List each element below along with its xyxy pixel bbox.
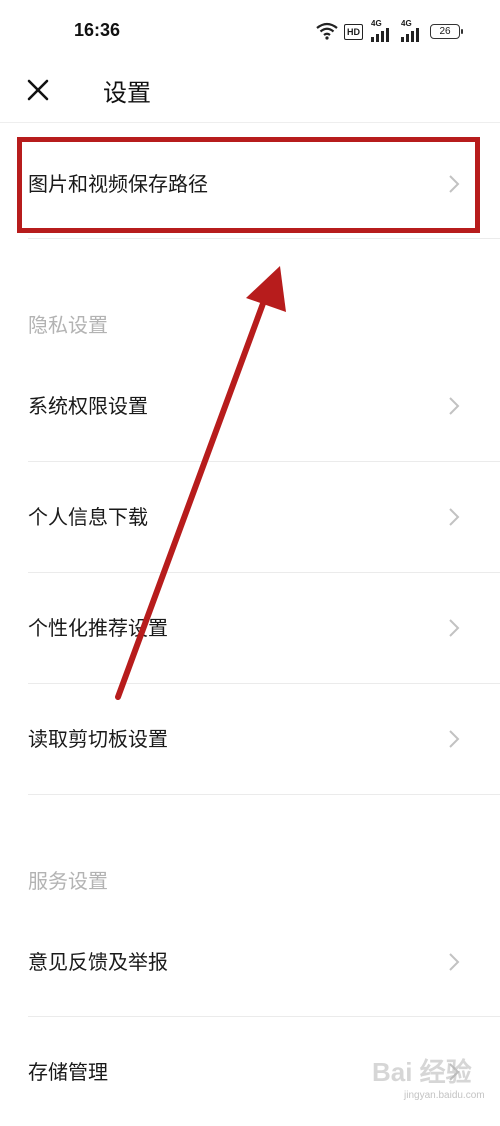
watermark-url: jingyan.baidu.com	[404, 1090, 485, 1101]
watermark-logo: Bai 经验	[372, 1057, 472, 1087]
annotation-arrow	[115, 266, 286, 700]
